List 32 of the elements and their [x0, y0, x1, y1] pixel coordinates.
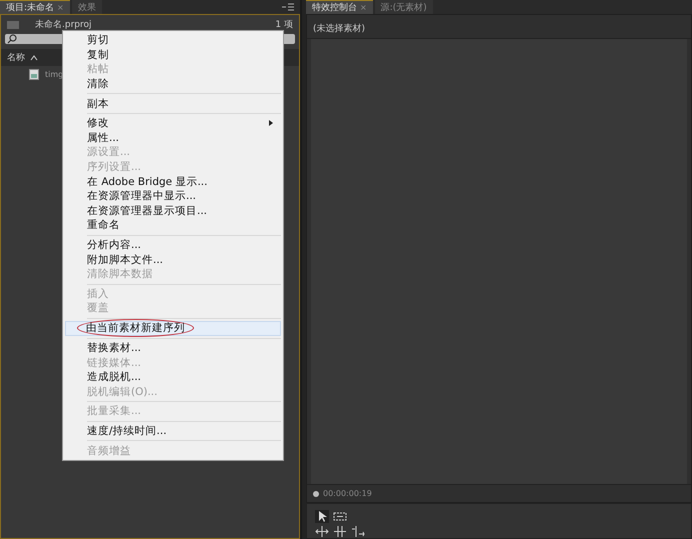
panel-tab[interactable]: 源:(无素材) — [374, 0, 433, 14]
menu-item[interactable]: 在资源管理器中显示... — [63, 188, 283, 204]
file-icon — [29, 69, 39, 80]
playhead-icon — [313, 490, 319, 496]
rate-stretch-icon[interactable] — [351, 526, 365, 537]
menu-item[interactable]: 重命名 — [63, 218, 283, 233]
panel-tab[interactable]: 项目:未命名 × — [0, 0, 70, 14]
sort-up-icon — [30, 54, 38, 60]
menu-item[interactable]: 属性... — [63, 130, 283, 146]
menu-item[interactable]: 替换素材... — [63, 340, 283, 356]
project-file-name: 未命名.prproj — [35, 18, 92, 30]
panel-tab[interactable]: 效果 — [72, 0, 102, 14]
menu-item[interactable]: 在资源管理器显示项目... — [63, 204, 283, 218]
menu-item[interactable]: 剪切 — [63, 33, 283, 48]
menu-item[interactable]: 修改 — [63, 116, 283, 131]
menu-item[interactable]: 分析内容... — [63, 238, 283, 252]
panel-menu-icon[interactable] — [282, 3, 294, 11]
panel-tab[interactable]: 特效控制台 × — [306, 0, 373, 14]
menu-item[interactable]: 附加脚本文件... — [63, 252, 283, 267]
menu-item[interactable]: 速度/持续时间... — [63, 424, 283, 438]
menu-item[interactable]: 由当前素材新建序列 — [65, 320, 281, 336]
pointer-icon[interactable] — [315, 510, 329, 523]
menu-item[interactable]: 造成脱机... — [63, 370, 283, 384]
ripple-edit-icon[interactable] — [315, 526, 329, 537]
rolling-edit-icon[interactable] — [333, 526, 347, 537]
menu-item[interactable]: 清除 — [63, 76, 283, 92]
item-count: 1 项 — [275, 18, 293, 30]
timecode: 00:00:00:19 — [323, 489, 372, 498]
track-select-icon[interactable] — [333, 510, 347, 523]
menu-item[interactable]: 复制 — [63, 48, 283, 62]
menu-item[interactable]: 在 Adobe Bridge 显示... — [63, 174, 283, 189]
menu-item[interactable]: 副本 — [63, 96, 283, 111]
